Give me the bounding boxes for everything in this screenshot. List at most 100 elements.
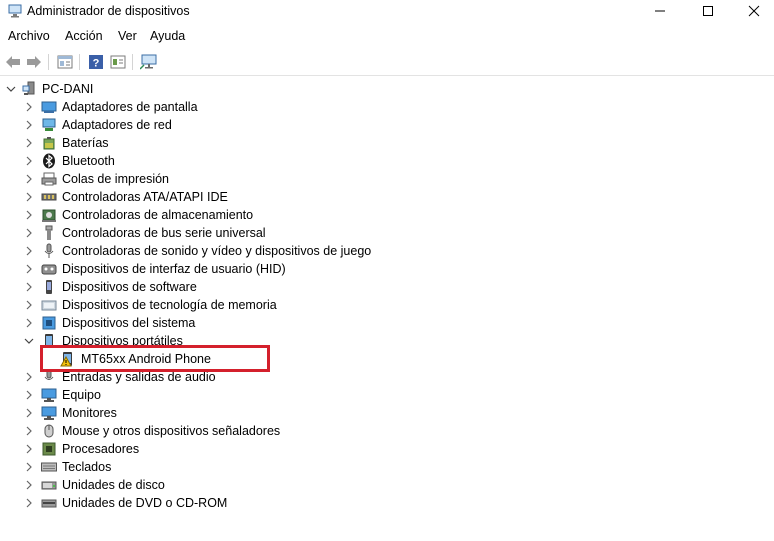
sound-icon <box>41 243 57 259</box>
network-adapter-icon <box>41 117 57 133</box>
chevron-right-icon[interactable] <box>22 297 36 313</box>
tree-category-label: Equipo <box>62 388 101 402</box>
tree-root-label: PC-DANI <box>42 82 94 96</box>
chevron-right-icon[interactable] <box>22 495 36 511</box>
ide-controller-icon <box>41 189 57 205</box>
tree-category[interactable]: Baterías <box>0 134 774 152</box>
menu-ver[interactable]: Ver <box>118 29 137 43</box>
tree-category[interactable]: Bluetooth <box>0 152 774 170</box>
chevron-right-icon[interactable] <box>22 189 36 205</box>
system-device-icon <box>41 315 57 331</box>
menu-archivo[interactable]: Archivo <box>8 29 50 43</box>
tree-category-label: Monitores <box>62 406 117 420</box>
chevron-right-icon[interactable] <box>22 387 36 403</box>
chevron-right-icon[interactable] <box>22 441 36 457</box>
properties-icon[interactable] <box>55 52 75 72</box>
computer-icon <box>41 387 57 403</box>
bluetooth-icon <box>41 153 57 169</box>
memory-device-icon <box>41 297 57 313</box>
tree-category[interactable]: Dispositivos de tecnología de memoria <box>0 296 774 314</box>
storage-controller-icon <box>41 207 57 223</box>
chevron-right-icon[interactable] <box>22 423 36 439</box>
tree-category[interactable]: Equipo <box>0 386 774 404</box>
close-button[interactable] <box>731 0 774 22</box>
chevron-down-icon[interactable] <box>22 333 36 349</box>
tree-category-label: Dispositivos de software <box>62 280 197 294</box>
chevron-right-icon[interactable] <box>22 117 36 133</box>
monitor-scan-icon[interactable] <box>139 52 159 72</box>
chevron-right-icon[interactable] <box>22 405 36 421</box>
computer-root-icon <box>22 81 38 97</box>
battery-icon <box>41 135 57 151</box>
monitor-icon <box>41 405 57 421</box>
tree-category[interactable]: Controladoras de sonido y vídeo y dispos… <box>0 242 774 260</box>
disk-drive-icon <box>41 477 57 493</box>
title-bar: Administrador de dispositivos <box>0 0 774 24</box>
tree-category-label: Bluetooth <box>62 154 115 168</box>
tree-category[interactable]: Colas de impresión <box>0 170 774 188</box>
chevron-right-icon[interactable] <box>22 207 36 223</box>
tree-category[interactable]: Controladoras de bus serie universal <box>0 224 774 242</box>
tree-category-label: Dispositivos de interfaz de usuario (HID… <box>62 262 286 276</box>
window-title: Administrador de dispositivos <box>27 4 190 18</box>
tree-category[interactable]: Monitores <box>0 404 774 422</box>
tree-category[interactable]: Dispositivos del sistema <box>0 314 774 332</box>
chevron-right-icon[interactable] <box>22 135 36 151</box>
tree-category-label: Controladoras de sonido y vídeo y dispos… <box>62 244 372 258</box>
tree-category-label: Mouse y otros dispositivos señaladores <box>62 424 281 438</box>
chevron-right-icon[interactable] <box>22 99 36 115</box>
help-icon[interactable]: ? <box>86 52 106 72</box>
tree-category-label: Adaptadores de red <box>62 118 172 132</box>
device-manager-icon <box>7 3 23 19</box>
svg-text:?: ? <box>93 58 100 70</box>
mouse-icon <box>41 423 57 439</box>
chevron-right-icon[interactable] <box>22 315 36 331</box>
tree-category[interactable]: Teclados <box>0 458 774 476</box>
tree-category-label: Dispositivos de tecnología de memoria <box>62 298 277 312</box>
view-icon[interactable] <box>108 52 128 72</box>
tree-category[interactable]: Dispositivos de software <box>0 278 774 296</box>
forward-arrow-icon[interactable] <box>24 52 44 72</box>
tree-category[interactable]: Adaptadores de pantalla <box>0 98 774 116</box>
tree-category-label: Dispositivos del sistema <box>62 316 196 330</box>
chevron-right-icon[interactable] <box>22 225 36 241</box>
chevron-right-icon[interactable] <box>22 261 36 277</box>
hid-icon <box>41 261 57 277</box>
tree-category[interactable]: Unidades de disco <box>0 476 774 494</box>
tree-root[interactable]: PC-DANI <box>0 80 774 98</box>
menu-ayuda[interactable]: Ayuda <box>150 29 185 43</box>
menu-accion[interactable]: Acción <box>65 29 103 43</box>
tree-category-label: Procesadores <box>62 442 140 456</box>
tree-category[interactable]: Procesadores <box>0 440 774 458</box>
tree-category[interactable]: Mouse y otros dispositivos señaladores <box>0 422 774 440</box>
chevron-right-icon[interactable] <box>22 171 36 187</box>
tree-category-label: Unidades de DVD o CD-ROM <box>62 496 228 510</box>
chevron-right-icon[interactable] <box>22 153 36 169</box>
chevron-down-icon[interactable] <box>4 81 18 97</box>
minimize-button[interactable] <box>637 0 683 22</box>
tree-category-label: Controladoras ATA/ATAPI IDE <box>62 190 228 204</box>
tree-category[interactable]: Dispositivos de interfaz de usuario (HID… <box>0 260 774 278</box>
tree-category-label: Baterías <box>62 136 109 150</box>
tree-category-label: Colas de impresión <box>62 172 169 186</box>
printer-icon <box>41 171 57 187</box>
software-device-icon <box>41 279 57 295</box>
chevron-right-icon[interactable] <box>22 459 36 475</box>
back-arrow-icon[interactable] <box>3 52 23 72</box>
tree-category-label: Teclados <box>62 460 112 474</box>
tree-category[interactable]: Controladoras ATA/ATAPI IDE <box>0 188 774 206</box>
tree-category[interactable]: Adaptadores de red <box>0 116 774 134</box>
usb-icon <box>41 225 57 241</box>
keyboard-icon <box>41 459 57 475</box>
chevron-right-icon[interactable] <box>22 477 36 493</box>
processor-icon <box>41 441 57 457</box>
highlight-box <box>40 345 270 372</box>
maximize-button[interactable] <box>685 0 731 22</box>
chevron-right-icon[interactable] <box>22 279 36 295</box>
chevron-right-icon[interactable] <box>22 243 36 259</box>
toolbar: ? <box>0 49 774 76</box>
display-adapter-icon <box>41 99 57 115</box>
tree-category[interactable]: Controladoras de almacenamiento <box>0 206 774 224</box>
chevron-right-icon[interactable] <box>22 369 36 385</box>
tree-category[interactable]: Unidades de DVD o CD-ROM <box>0 494 774 512</box>
